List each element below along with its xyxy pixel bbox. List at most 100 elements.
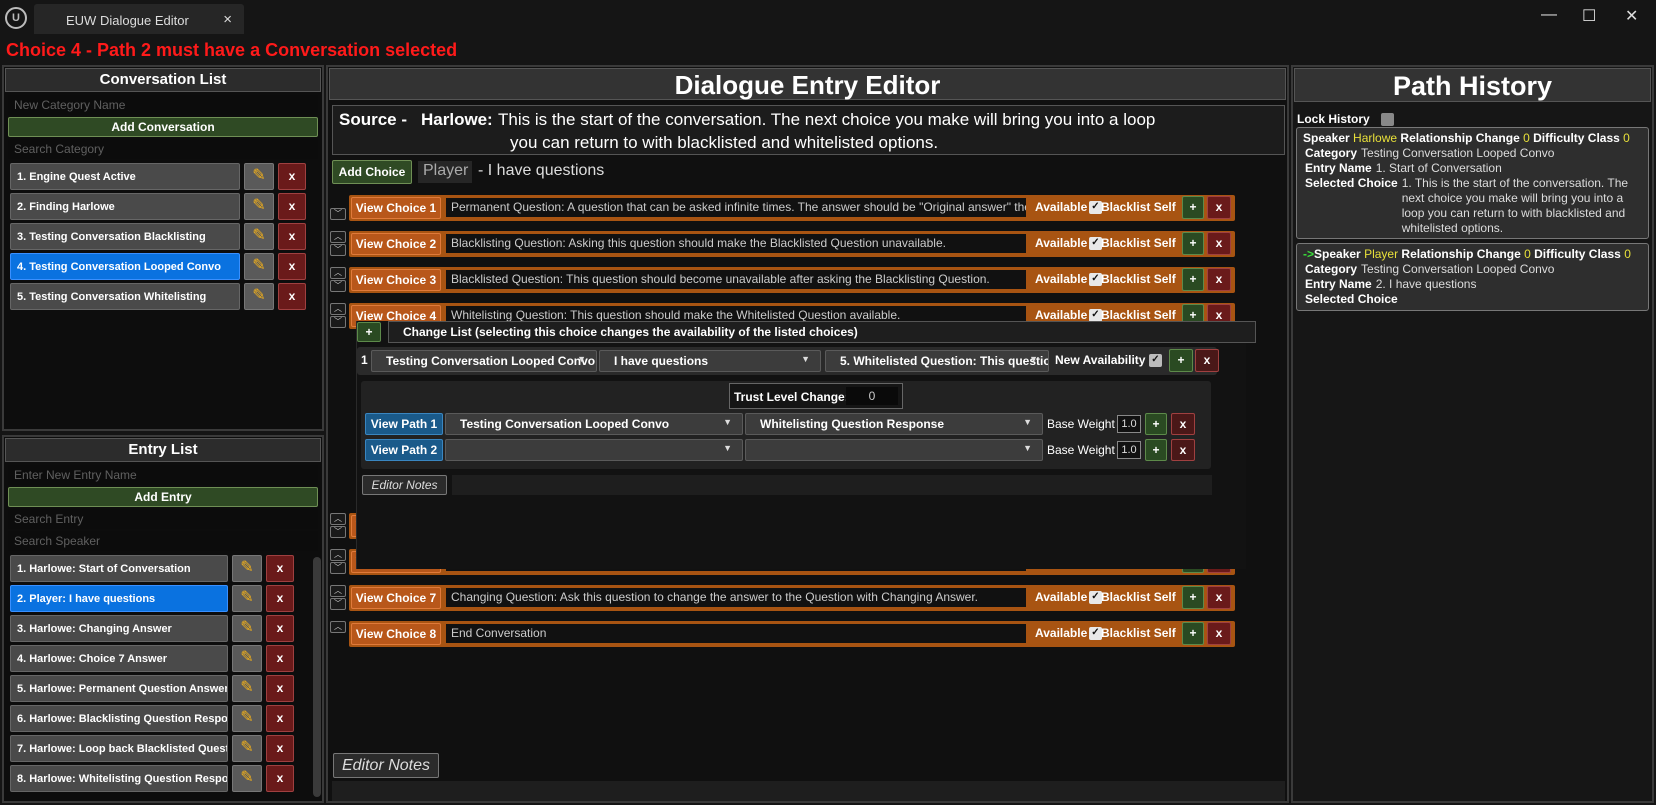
move-up-icon[interactable]: ︿ xyxy=(330,267,346,279)
view-choice-button[interactable]: View Choice 7 xyxy=(351,587,441,609)
delete-entry-button[interactable]: x xyxy=(266,555,294,582)
remove-choice-button[interactable]: x xyxy=(1207,268,1231,291)
entry-item[interactable]: 6. Harlowe: Blacklisting Question Respon… xyxy=(10,705,228,732)
edit-pencil-icon[interactable]: ✎ xyxy=(232,645,262,672)
move-up-icon[interactable]: ︿ xyxy=(330,621,346,633)
delete-entry-button[interactable]: x xyxy=(266,675,294,702)
add-choice-change-button[interactable]: + xyxy=(1182,196,1204,219)
move-down-icon[interactable]: ﹀ xyxy=(330,526,346,538)
choice-text-input[interactable]: Blacklisted Question: This question shou… xyxy=(446,270,1026,289)
editor-notes-button[interactable]: Editor Notes xyxy=(333,753,439,778)
choice-text-input[interactable]: End Conversation xyxy=(446,624,1026,643)
conversation-item[interactable]: 1. Engine Quest Active xyxy=(10,163,240,190)
choice-text-input[interactable]: Blacklisting Question: Asking this quest… xyxy=(446,234,1026,253)
delete-conversation-button[interactable]: x xyxy=(278,283,306,310)
edit-pencil-icon[interactable]: ✎ xyxy=(244,223,274,250)
trust-level-input[interactable]: 0 xyxy=(846,387,898,405)
entry-item[interactable]: 5. Harlowe: Permanent Question Answers xyxy=(10,675,228,702)
move-down-icon[interactable]: ﹀ xyxy=(330,562,346,574)
search-category-input[interactable]: Search Category xyxy=(8,139,318,159)
editor-notes-area[interactable] xyxy=(332,781,1285,801)
add-path-button[interactable]: + xyxy=(1145,439,1167,461)
move-up-icon[interactable]: ︿ xyxy=(330,231,346,243)
maximize-icon[interactable]: ☐ xyxy=(1582,6,1596,26)
choice-editor-notes-button[interactable]: Editor Notes xyxy=(362,475,447,495)
path-entry-dropdown[interactable]: Whitelisting Question Response ▼ xyxy=(745,413,1043,435)
entry-list-scrollbar[interactable] xyxy=(313,557,321,797)
conversation-item[interactable]: 4. Testing Conversation Looped Convo xyxy=(10,253,240,280)
remove-choice-button[interactable]: x xyxy=(1207,196,1231,219)
view-choice-button[interactable]: View Choice 1 xyxy=(351,197,441,219)
path-entry-dropdown[interactable]: ▼ xyxy=(745,439,1043,461)
entry-item[interactable]: 2. Player: I have questions xyxy=(10,585,228,612)
choice-text-input[interactable]: Permanent Question: A question that can … xyxy=(446,198,1026,217)
remove-path-button[interactable]: x xyxy=(1171,439,1195,461)
edit-pencil-icon[interactable]: ✎ xyxy=(244,163,274,190)
conversation-item[interactable]: 3. Testing Conversation Blacklisting xyxy=(10,223,240,250)
choice-editor-notes-area[interactable] xyxy=(452,475,1212,495)
change-conversation-dropdown[interactable]: Testing Conversation Looped Convo ▼ xyxy=(371,350,597,372)
add-choice-change-button[interactable]: + xyxy=(1182,232,1204,255)
add-conversation-button[interactable]: Add Conversation xyxy=(8,117,318,137)
tab-close-icon[interactable]: × xyxy=(223,11,232,28)
change-entry-dropdown[interactable]: I have questions ▼ xyxy=(599,350,821,372)
base-weight-input[interactable]: 1.0 xyxy=(1117,415,1141,433)
add-change-row-button[interactable]: + xyxy=(1169,349,1193,372)
delete-entry-button[interactable]: x xyxy=(266,735,294,762)
view-choice-button[interactable]: View Choice 3 xyxy=(351,269,441,291)
add-choice-change-button[interactable]: + xyxy=(1182,622,1204,645)
view-choice-button[interactable]: View Choice 2 xyxy=(351,233,441,255)
delete-entry-button[interactable]: x xyxy=(266,585,294,612)
close-window-icon[interactable]: ✕ xyxy=(1625,6,1638,26)
search-entry-input[interactable]: Search Entry xyxy=(8,509,318,529)
view-choice-button[interactable]: View Choice 8 xyxy=(351,623,441,645)
add-change-button[interactable]: + xyxy=(357,322,381,342)
edit-pencil-icon[interactable]: ✎ xyxy=(232,735,262,762)
entry-item[interactable]: 3. Harlowe: Changing Answer xyxy=(10,615,228,642)
move-down-icon[interactable]: ﹀ xyxy=(330,316,346,328)
lock-history-checkbox[interactable] xyxy=(1381,113,1394,126)
remove-choice-button[interactable]: x xyxy=(1207,586,1231,609)
move-down-icon[interactable]: ﹀ xyxy=(330,208,346,220)
add-choice-button[interactable]: Add Choice xyxy=(332,160,412,184)
edit-pencil-icon[interactable]: ✎ xyxy=(232,675,262,702)
entry-item[interactable]: 7. Harlowe: Loop back Blacklisted Questi… xyxy=(10,735,228,762)
view-path-button[interactable]: View Path 2 xyxy=(365,439,443,461)
move-up-icon[interactable]: ︿ xyxy=(330,585,346,597)
edit-pencil-icon[interactable]: ✎ xyxy=(232,705,262,732)
minimize-icon[interactable]: — xyxy=(1541,6,1557,24)
window-tab[interactable]: EUW Dialogue Editor × xyxy=(34,4,244,34)
delete-conversation-button[interactable]: x xyxy=(278,163,306,190)
add-choice-change-button[interactable]: + xyxy=(1182,586,1204,609)
history-entry[interactable]: Speaker Harlowe Relationship Change 0 Di… xyxy=(1296,127,1649,239)
remove-path-button[interactable]: x xyxy=(1171,413,1195,435)
new-entry-input[interactable]: Enter New Entry Name xyxy=(8,465,318,485)
delete-conversation-button[interactable]: x xyxy=(278,193,306,220)
edit-pencil-icon[interactable]: ✎ xyxy=(232,615,262,642)
remove-choice-button[interactable]: x xyxy=(1207,232,1231,255)
delete-entry-button[interactable]: x xyxy=(266,765,294,792)
delete-entry-button[interactable]: x xyxy=(266,705,294,732)
delete-entry-button[interactable]: x xyxy=(266,615,294,642)
edit-pencil-icon[interactable]: ✎ xyxy=(244,253,274,280)
move-down-icon[interactable]: ﹀ xyxy=(330,280,346,292)
entry-item[interactable]: 8. Harlowe: Whitelisting Question Respon… xyxy=(10,765,228,792)
new-category-input[interactable]: New Category Name xyxy=(8,95,318,115)
entry-item[interactable]: 1. Harlowe: Start of Conversation xyxy=(10,555,228,582)
choice-text-input[interactable]: Changing Question: Ask this question to … xyxy=(446,588,1026,607)
add-entry-button[interactable]: Add Entry xyxy=(8,487,318,507)
edit-pencil-icon[interactable]: ✎ xyxy=(232,555,262,582)
view-path-button[interactable]: View Path 1 xyxy=(365,413,443,435)
entry-item[interactable]: 4. Harlowe: Choice 7 Answer xyxy=(10,645,228,672)
move-up-icon[interactable]: ︿ xyxy=(330,513,346,525)
remove-change-row-button[interactable]: x xyxy=(1195,349,1219,372)
move-up-icon[interactable]: ︿ xyxy=(330,549,346,561)
search-speaker-input[interactable]: Search Speaker xyxy=(8,531,318,551)
move-up-icon[interactable]: ︿ xyxy=(330,303,346,315)
remove-choice-button[interactable]: x xyxy=(1207,622,1231,645)
edit-pencil-icon[interactable]: ✎ xyxy=(232,585,262,612)
conversation-item[interactable]: 2. Finding Harlowe xyxy=(10,193,240,220)
move-down-icon[interactable]: ﹀ xyxy=(330,598,346,610)
path-conversation-dropdown[interactable]: ▼ xyxy=(445,439,743,461)
move-down-icon[interactable]: ﹀ xyxy=(330,244,346,256)
